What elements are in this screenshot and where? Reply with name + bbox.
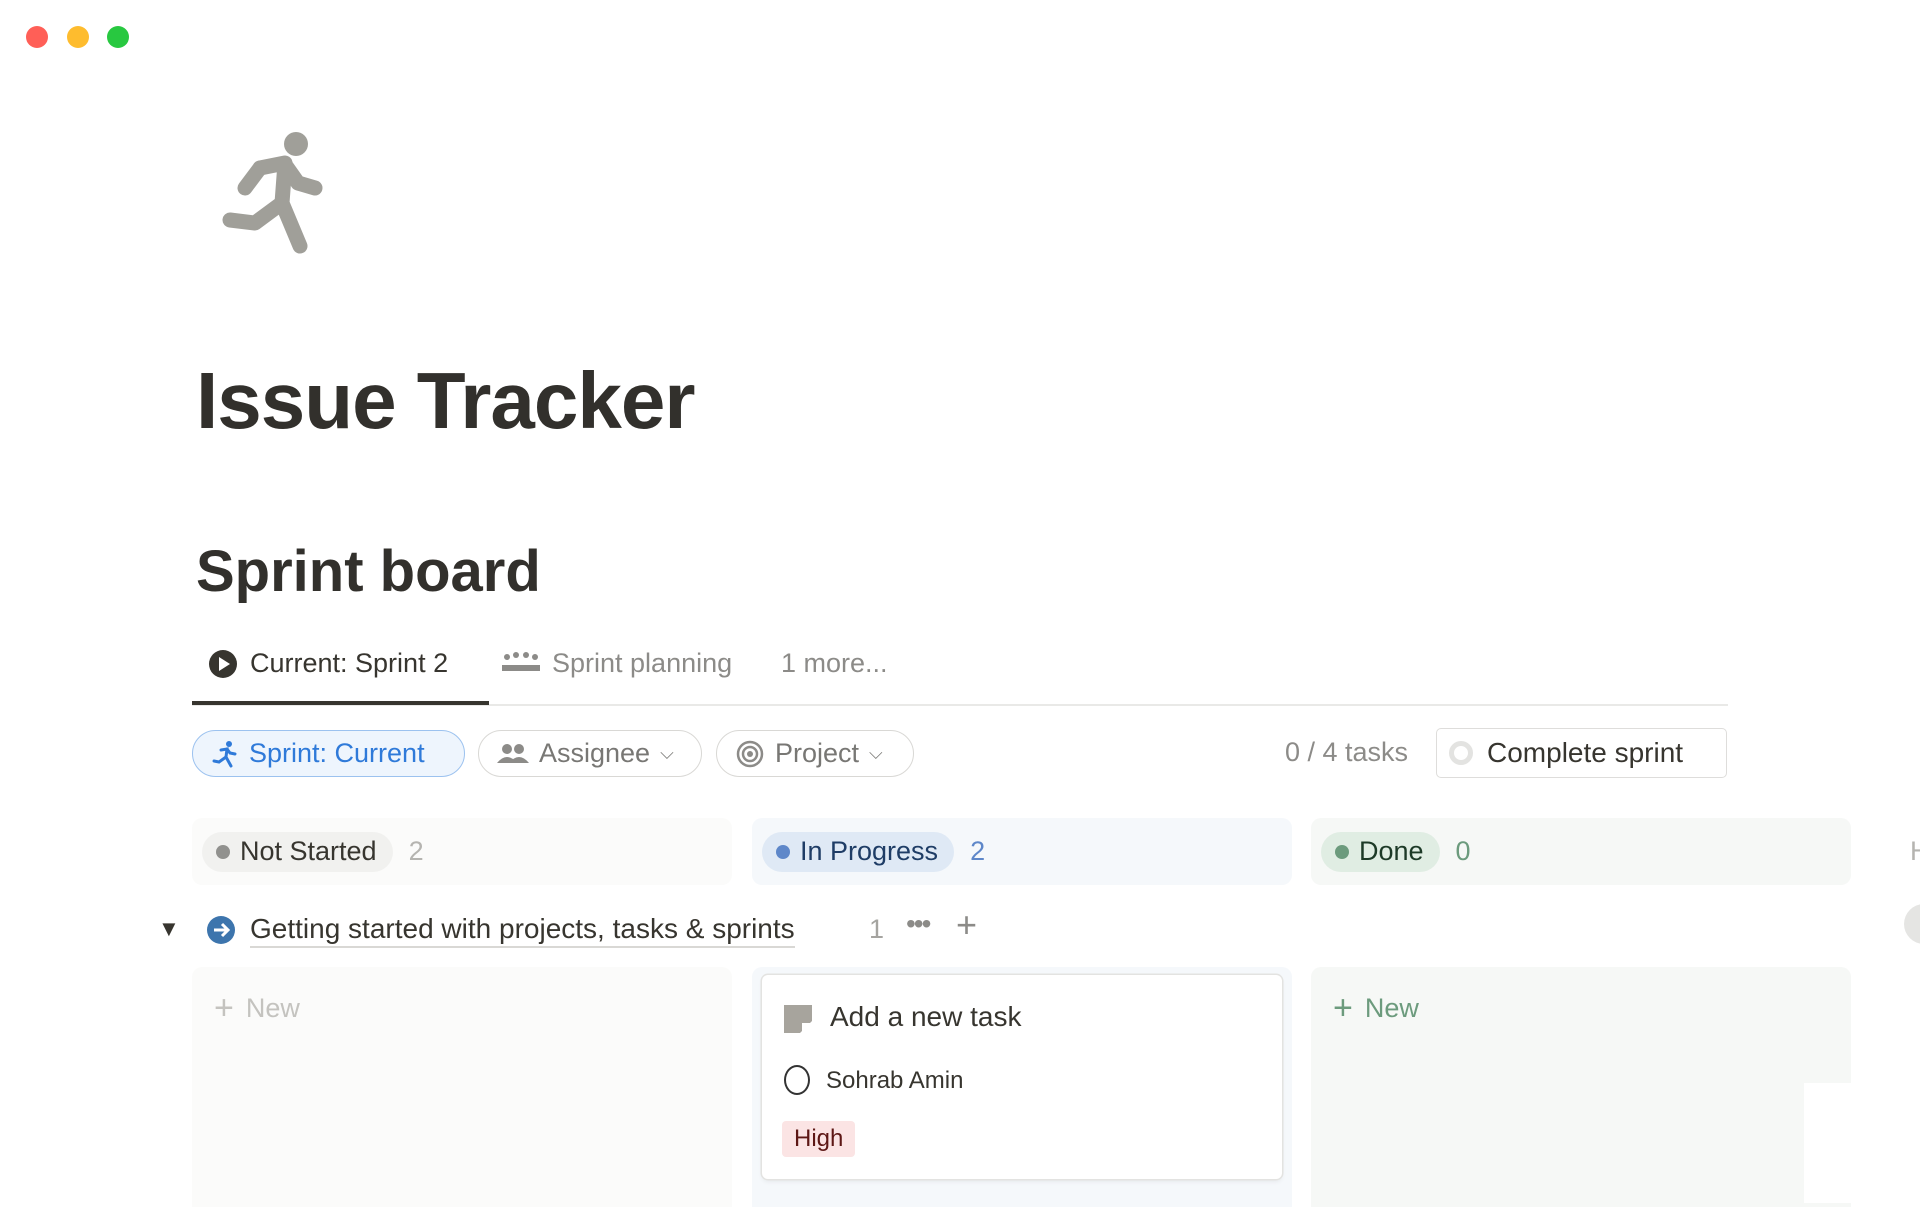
status-dot-icon (776, 844, 790, 859)
column-label: Not Started (240, 836, 377, 866)
status-dot-icon (1335, 844, 1349, 859)
avatar (784, 1065, 810, 1095)
column-header-done[interactable]: Done 0 (1311, 818, 1851, 885)
column-count: 0 (1455, 836, 1471, 866)
tab-label: Sprint planning (552, 648, 733, 678)
new-item-button[interactable]: + New (1333, 989, 1419, 1028)
new-label: New (1364, 993, 1419, 1023)
filter-sprint[interactable]: Sprint: Current (192, 730, 465, 777)
column-body-done: + New (1311, 967, 1851, 1207)
new-label: New (245, 993, 300, 1023)
window-zoom-button[interactable] (107, 26, 129, 48)
empty-circle-icon (1449, 741, 1473, 765)
more-options-icon[interactable]: ••• (906, 908, 931, 940)
chevron-down-icon: ⌵ (869, 743, 883, 763)
tab-more-views[interactable]: 1 more... (781, 648, 888, 679)
page-icon (784, 1005, 812, 1033)
column-label: Done (1359, 836, 1424, 866)
priority-badge: High (782, 1121, 856, 1157)
column-header-not-started[interactable]: Not Started 2 (192, 818, 732, 885)
add-icon[interactable]: + (956, 904, 977, 946)
target-icon (736, 740, 764, 767)
page-title: Issue Tracker (196, 356, 695, 445)
scroll-right-button[interactable] (1904, 904, 1920, 944)
running-person-icon[interactable] (220, 128, 335, 258)
filter-label: Sprint: Current (249, 738, 425, 768)
collapse-toggle-icon[interactable]: ▼ (158, 916, 180, 942)
column-header-in-progress[interactable]: In Progress 2 (752, 818, 1292, 885)
plus-icon: + (214, 989, 234, 1027)
task-title: Add a new task (830, 1001, 1022, 1032)
tab-current-sprint[interactable]: Current: Sprint 2 (208, 648, 448, 679)
task-card[interactable]: Add a new task Sohrab Amin High (762, 975, 1282, 1179)
arrow-circle-icon (207, 916, 235, 944)
button-label: Complete sprint (1487, 737, 1684, 768)
window-close-button[interactable] (26, 26, 48, 48)
running-person-icon (212, 740, 237, 767)
window-minimize-button[interactable] (67, 26, 89, 48)
tab-label: 1 more... (781, 648, 888, 678)
tab-label: Current: Sprint 2 (250, 648, 449, 678)
column-count: 2 (970, 836, 986, 866)
hidden-column-peek[interactable]: H (1910, 836, 1920, 867)
filter-label: Project (775, 738, 860, 768)
column-mask (1804, 1083, 1864, 1203)
active-tab-indicator (192, 701, 489, 705)
filter-assignee[interactable]: Assignee ⌵ (478, 730, 702, 777)
play-circle-icon (209, 649, 237, 678)
sprint-progress: 0 / 4 tasks (1285, 737, 1409, 767)
team-icon (502, 651, 540, 671)
filter-project[interactable]: Project ⌵ (716, 730, 914, 777)
status-dot-icon (216, 844, 230, 859)
plus-icon: + (1333, 989, 1353, 1027)
filter-label: Assignee (539, 738, 651, 768)
column-label: In Progress (800, 836, 939, 866)
column-body-not-started: + New (192, 967, 732, 1207)
chevron-down-icon: ⌵ (660, 743, 674, 763)
group-link[interactable]: Getting started with projects, tasks & s… (250, 912, 795, 948)
tab-sprint-planning[interactable]: Sprint planning (502, 648, 732, 679)
group-count: 1 (869, 914, 885, 944)
people-icon (497, 743, 529, 763)
section-title: Sprint board (196, 539, 541, 604)
column-count: 2 (408, 836, 424, 866)
new-item-button[interactable]: + New (214, 989, 300, 1028)
assignee-name: Sohrab Amin (826, 1067, 964, 1094)
complete-sprint-button[interactable]: Complete sprint (1436, 728, 1727, 778)
